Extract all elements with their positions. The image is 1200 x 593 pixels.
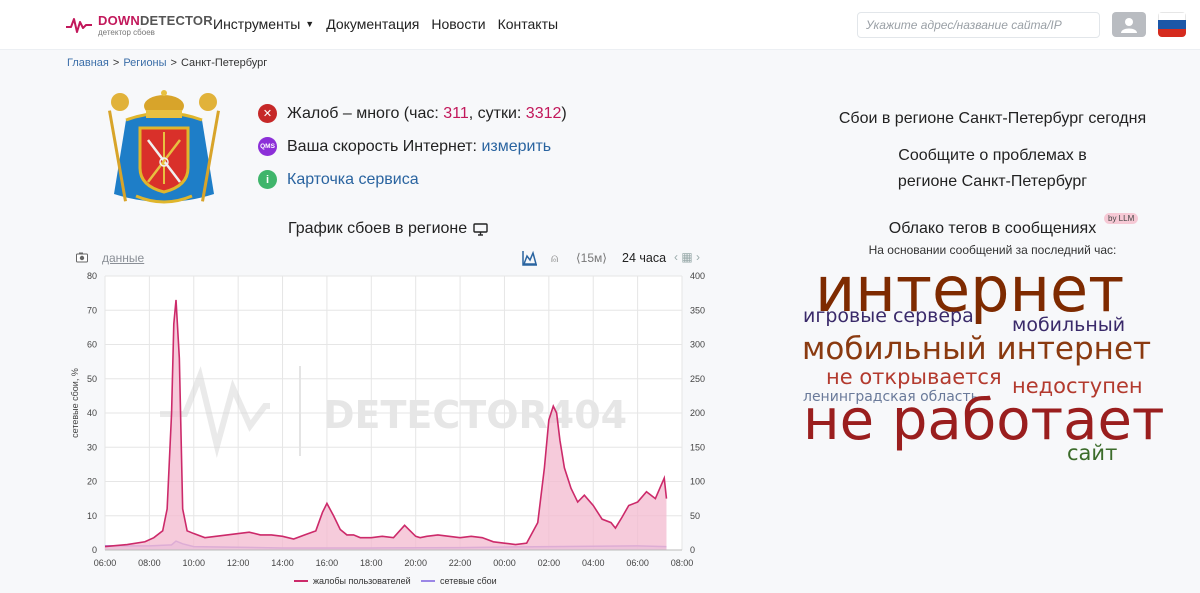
y-right-tick-label: 100: [690, 477, 705, 487]
info-icon: i: [258, 170, 277, 189]
x-tick-label: 22:00: [449, 558, 472, 568]
user-icon: [1121, 17, 1137, 33]
y-left-tick-label: 20: [87, 477, 97, 487]
outage-chart: 0 10 20 30 40 50 60 70 80 0 50 100 150 200 250 300 350 40…: [70, 271, 705, 586]
y-right-tick-label: 400: [690, 271, 705, 281]
y-left-axis-label: сетевые сбои, %: [70, 368, 80, 438]
x-tick-label: 06:00: [626, 558, 649, 568]
logo-subtitle: детектор сбоев: [98, 27, 155, 37]
chart-title: График сбоев в регионе: [288, 220, 488, 238]
measure-speed-link[interactable]: измерить: [481, 138, 551, 155]
y-left-tick-label: 40: [87, 408, 97, 418]
error-x-icon: ✕: [258, 104, 277, 123]
x-tick-label: 08:00: [671, 558, 694, 568]
legend-label-complaints: жалобы пользователей: [313, 576, 411, 586]
main-nav: Инструменты ▼ Документация Новости Контак…: [213, 16, 558, 32]
logo-title: DOWNDETECTOR: [98, 12, 213, 28]
x-tick-label: 04:00: [582, 558, 605, 568]
tag-game-servers[interactable]: игровые сервера: [803, 307, 974, 326]
caret-down-icon: ▼: [305, 19, 315, 29]
y-left-tick-label: 50: [87, 374, 97, 384]
area-chart-icon[interactable]: [522, 250, 538, 266]
y-right-tick-label: 0: [690, 545, 695, 555]
breadcrumb: Главная > Регионы > Санкт-Петербург: [67, 57, 268, 69]
by-llm-badge: by LLM: [1104, 213, 1139, 224]
x-tick-label: 16:00: [316, 558, 339, 568]
watermark-text: DETECTOR404: [323, 393, 627, 437]
top-bar: DOWNDETECTOR детектор сбоев Инструменты ▼…: [0, 0, 1200, 50]
logo[interactable]: DOWNDETECTOR детектор сбоев: [66, 10, 213, 40]
tag-site[interactable]: сайт: [1067, 443, 1117, 464]
data-link[interactable]: данные: [102, 251, 144, 265]
tag-not-opening[interactable]: не открывается: [826, 367, 1002, 388]
y-right-tick-label: 350: [690, 305, 705, 315]
y-left-tick-label: 10: [87, 511, 97, 521]
y-left-tick-label: 0: [92, 545, 97, 555]
nav-news[interactable]: Новости: [431, 16, 485, 32]
y-right-tick-label: 200: [690, 408, 705, 418]
pulse-logo-icon: [66, 18, 92, 33]
complaints-hour-value: 311: [443, 104, 469, 122]
person-icon[interactable]: ⍝: [551, 251, 558, 266]
nav-tools[interactable]: Инструменты ▼: [213, 16, 314, 32]
x-tick-label: 12:00: [227, 558, 250, 568]
x-tick-label: 08:00: [138, 558, 161, 568]
outages-today-title: Сбои в регионе Санкт-Петербург сегодня: [838, 110, 1147, 127]
x-tick-label: 00:00: [493, 558, 516, 568]
breadcrumb-regions[interactable]: Регионы: [123, 57, 166, 69]
y-right-tick-label: 300: [690, 340, 705, 350]
x-tick-label: 10:00: [183, 558, 206, 568]
russia-flag-icon[interactable]: [1158, 12, 1186, 37]
x-tick-label: 06:00: [94, 558, 117, 568]
y-right-tick-label: 50: [690, 511, 700, 521]
x-tick-label: 02:00: [538, 558, 561, 568]
y-right-tick-label: 150: [690, 442, 705, 452]
range-24h-button[interactable]: 24 часа: [622, 251, 666, 265]
user-button[interactable]: [1112, 12, 1146, 37]
coat-of-arms-icon: [108, 90, 220, 204]
complaints-status: ✕ Жалоб – много (час: 311, сутки: 3312): [258, 104, 567, 123]
nav-contacts[interactable]: Контакты: [498, 16, 558, 32]
y-left-tick-label: 60: [87, 340, 97, 350]
report-problems-title: Сообщите о проблемах в регионе Санкт-Пет…: [897, 147, 1088, 190]
monitor-icon[interactable]: [473, 222, 488, 236]
y-left-tick-label: 30: [87, 442, 97, 452]
breadcrumb-current: Санкт-Петербург: [180, 57, 268, 69]
range-15m-button[interactable]: ⟨15м⟩: [576, 251, 607, 265]
y-left-tick-label: 70: [87, 305, 97, 315]
x-tick-label: 14:00: [271, 558, 294, 568]
y-right-tick-label: 250: [690, 374, 705, 384]
internet-speed-status: QMS Ваша скорость Интернет: измерить: [258, 137, 551, 156]
service-card-row: i Карточка сервиса: [258, 170, 419, 189]
x-tick-label: 18:00: [360, 558, 383, 568]
complaints-day-value: 3312: [525, 104, 562, 122]
search-input[interactable]: [857, 12, 1100, 38]
qms-icon: QMS: [258, 137, 277, 156]
tag-mobile-internet[interactable]: мобильный интернет: [802, 334, 1151, 365]
breadcrumb-home[interactable]: Главная: [67, 57, 109, 69]
calendar-icon[interactable]: ‹ ▦ ›: [674, 250, 700, 264]
nav-docs[interactable]: Документация: [326, 16, 419, 32]
x-tick-label: 20:00: [404, 558, 427, 568]
y-left-tick-label: 80: [87, 271, 97, 281]
service-card-link[interactable]: Карточка сервиса: [287, 171, 419, 189]
camera-icon[interactable]: [76, 252, 88, 263]
legend-label-outage: сетевые сбои: [440, 576, 497, 586]
